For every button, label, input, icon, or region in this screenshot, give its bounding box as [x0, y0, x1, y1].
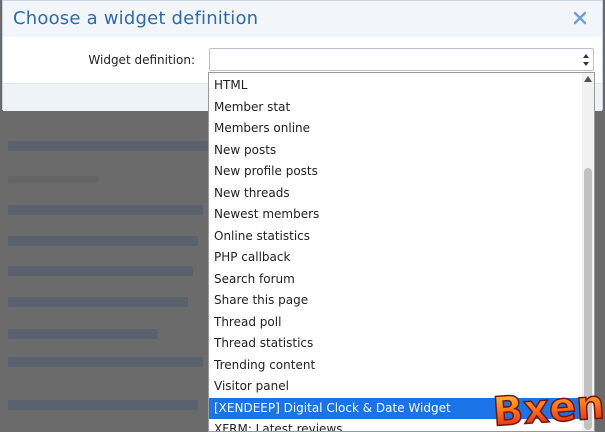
dropdown-option[interactable]: Search forum: [209, 269, 582, 290]
background-row: [8, 236, 198, 246]
updown-arrow-icon: [583, 54, 589, 66]
dropdown-option[interactable]: New posts: [209, 140, 582, 161]
background-row: [8, 205, 203, 215]
dropdown-option[interactable]: New profile posts: [209, 161, 582, 182]
bxen-logo: Bxen B: [491, 381, 605, 432]
dropdown-option[interactable]: Share this page: [209, 290, 582, 311]
dropdown-option[interactable]: Newest members: [209, 204, 582, 225]
background-row: [8, 357, 203, 367]
dropdown-option[interactable]: HTML: [209, 75, 582, 96]
modal-header: Choose a widget definition: [3, 1, 602, 38]
background-row: [8, 297, 188, 307]
close-icon: [573, 11, 587, 25]
background-row: [8, 141, 208, 151]
close-button[interactable]: [572, 8, 588, 28]
background-row: [8, 400, 198, 410]
widget-definition-select[interactable]: [209, 48, 594, 71]
dropdown-option[interactable]: Members online: [209, 118, 582, 139]
dropdown-option[interactable]: PHP callback: [209, 247, 582, 268]
dropdown-option[interactable]: Member stat: [209, 97, 582, 118]
background-row: [8, 266, 193, 276]
widget-definition-label: Widget definition:: [88, 53, 195, 67]
modal-title: Choose a widget definition: [13, 8, 259, 29]
background-row: [8, 329, 158, 339]
scroll-up-arrow-icon[interactable]: [584, 76, 592, 82]
dropdown-option[interactable]: New threads: [209, 183, 582, 204]
dropdown-option[interactable]: Online statistics: [209, 226, 582, 247]
background-row: [8, 176, 98, 183]
